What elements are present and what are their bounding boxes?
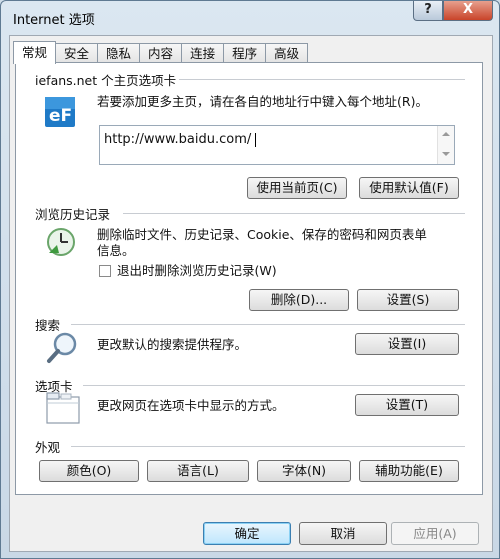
- tab-advanced[interactable]: 高级: [265, 43, 309, 63]
- search-settings-button[interactable]: 设置(I): [355, 333, 459, 355]
- apply-button[interactable]: 应用(A): [391, 522, 479, 545]
- delete-on-exit-label[interactable]: 退出时删除浏览历史记录(W): [117, 263, 277, 279]
- search-divider: [71, 324, 465, 325]
- help-icon: ?: [424, 2, 432, 17]
- history-section-header: 浏览历史记录: [35, 207, 111, 222]
- tab-connections[interactable]: 连接: [181, 43, 225, 63]
- tab-privacy[interactable]: 隐私: [97, 43, 141, 63]
- magnifier-icon: [47, 332, 77, 363]
- appearance-divider: [71, 446, 465, 447]
- scroll-down-icon[interactable]: [442, 152, 450, 156]
- homepage-section-header: iefans.net 个主页选项卡: [35, 73, 177, 88]
- tab-general[interactable]: 常规: [13, 41, 57, 64]
- tab-programs[interactable]: 程序: [223, 43, 267, 63]
- tabs-description: 更改网页在选项卡中显示的方式。: [97, 398, 285, 413]
- clock-icon: [47, 228, 75, 256]
- delete-on-exit-checkbox[interactable]: [99, 265, 111, 277]
- close-icon: X: [462, 2, 474, 17]
- text-caret: [255, 132, 257, 147]
- homepage-scrollbar[interactable]: [437, 126, 454, 164]
- ok-button[interactable]: 确定: [203, 522, 291, 545]
- tab-security[interactable]: 安全: [55, 43, 99, 63]
- search-description: 更改默认的搜索提供程序。: [97, 337, 248, 352]
- use-current-page-button[interactable]: 使用当前页(C): [247, 177, 347, 199]
- cancel-button[interactable]: 取消: [299, 522, 387, 545]
- title-bar[interactable]: Internet 选项 ? X: [1, 1, 500, 35]
- history-description-line1: 删除临时文件、历史记录、Cookie、保存的密码和网页表单: [97, 227, 427, 242]
- window-title: Internet 选项: [13, 13, 95, 28]
- homepage-divider: [179, 79, 465, 80]
- help-button[interactable]: ?: [413, 1, 443, 21]
- tab-strip: 常规 安全 隐私 内容 连接 程序 高级: [13, 41, 309, 64]
- scroll-up-icon[interactable]: [442, 132, 450, 136]
- history-divider: [123, 213, 465, 214]
- tabs-divider: [83, 385, 465, 386]
- tabs-settings-button[interactable]: 设置(T): [355, 394, 459, 416]
- ie-logo-icon: eF: [45, 97, 75, 127]
- appearance-section-header: 外观: [35, 440, 61, 455]
- homepage-address-textarea[interactable]: http://www.baidu.com/: [99, 125, 455, 165]
- languages-button[interactable]: 语言(L): [147, 460, 249, 482]
- use-default-button[interactable]: 使用默认值(F): [359, 177, 459, 199]
- delete-history-button[interactable]: 删除(D)...: [249, 289, 349, 311]
- history-description-line2: 信息。: [97, 243, 135, 258]
- history-settings-button[interactable]: 设置(S): [357, 289, 459, 311]
- accessibility-button[interactable]: 辅助功能(E): [359, 460, 459, 482]
- homepage-instruction: 若要添加更多主页，请在各自的地址行中键入每个地址(R)。: [97, 94, 428, 109]
- svg-text:eF: eF: [49, 106, 72, 126]
- tab-content[interactable]: 内容: [139, 43, 183, 63]
- close-button[interactable]: X: [443, 1, 493, 21]
- tab-window-icon: [46, 392, 80, 424]
- internet-options-window: Internet 选项 ? X 常规 安全 隐私 内容 连接 程序 高级 ief…: [0, 0, 500, 559]
- homepage-address-text: http://www.baidu.com/: [104, 132, 252, 147]
- fonts-button[interactable]: 字体(N): [257, 460, 351, 482]
- colors-button[interactable]: 颜色(O): [39, 460, 139, 482]
